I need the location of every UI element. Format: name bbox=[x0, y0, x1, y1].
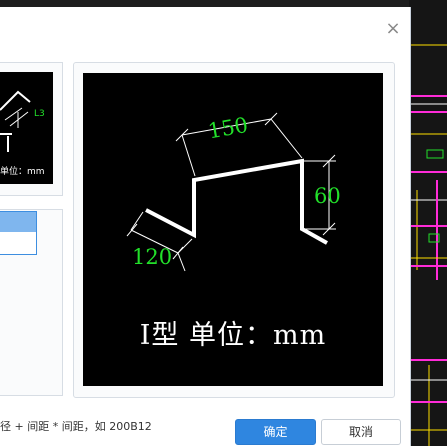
left-thumbnail-preview[interactable]: L3 单位：mm bbox=[0, 72, 53, 184]
profile-preview: 150 60 120 I型 单位：mm bbox=[83, 73, 383, 386]
dimension-label-150: 150 bbox=[206, 113, 250, 144]
left-thumbnail-caption: 单位：mm bbox=[0, 167, 45, 177]
profile-outline bbox=[145, 158, 328, 245]
background-cad-canvas bbox=[409, 0, 447, 446]
profile-caption: I型 单位：mm bbox=[139, 320, 327, 351]
dimension-label-60: 60 bbox=[314, 184, 341, 208]
left-list-item-selected[interactable] bbox=[0, 211, 37, 255]
ok-button[interactable]: 确定 bbox=[235, 419, 316, 445]
left-thumbnail-dim-label: L3 bbox=[34, 109, 45, 119]
input-format-hint: 径 + 间距 * 间距，如 200B12 bbox=[0, 420, 152, 433]
cancel-button[interactable]: 取消 bbox=[321, 419, 401, 445]
list-selection-highlight bbox=[0, 212, 36, 232]
close-icon[interactable]: × bbox=[383, 19, 403, 39]
dimension-label-120: 120 bbox=[132, 245, 172, 269]
